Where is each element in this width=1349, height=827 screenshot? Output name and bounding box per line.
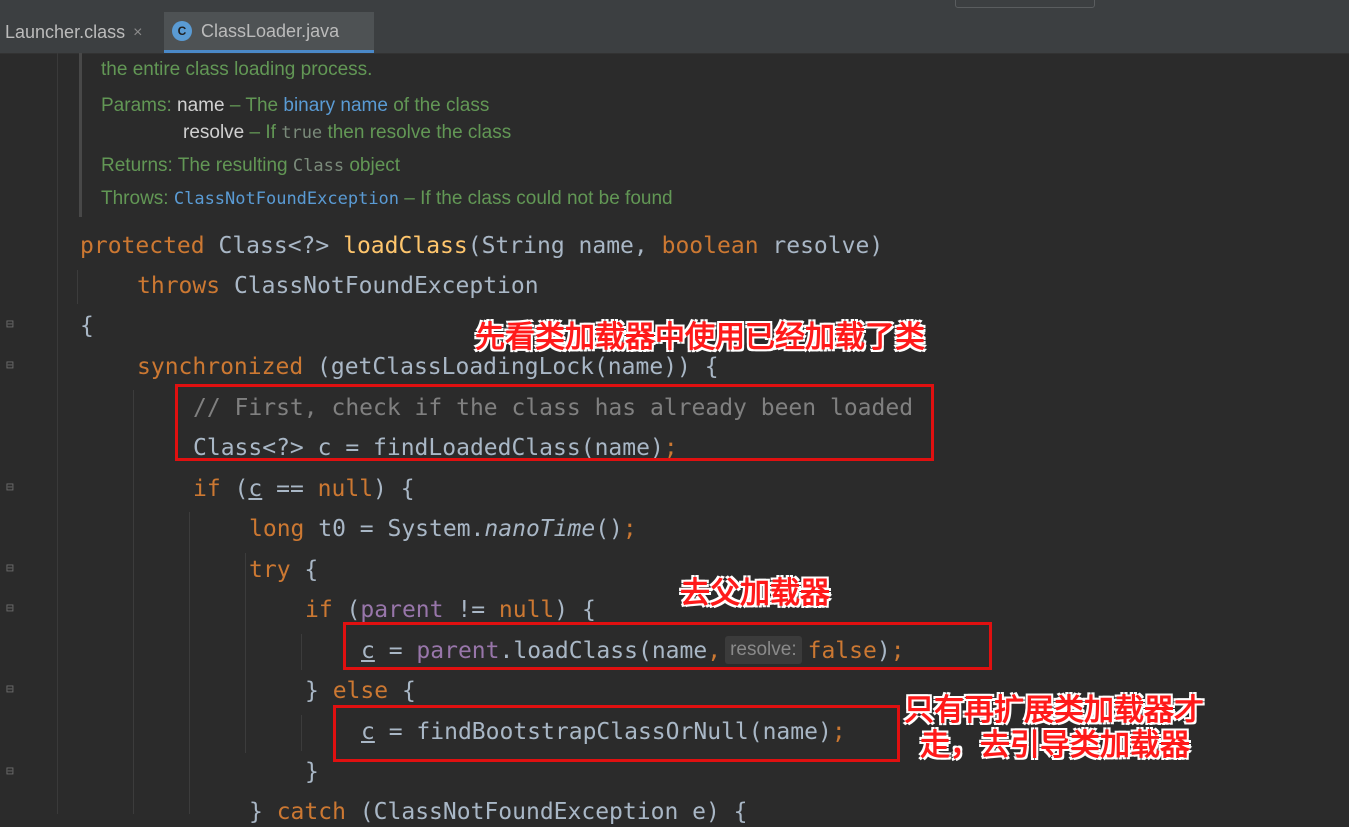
code-text: == (262, 476, 318, 502)
doc-comment-bar (79, 53, 82, 217)
fold-icon[interactable]: ⊟ (6, 602, 20, 616)
doc-returns-line: Returns: The resulting Class object (101, 155, 400, 177)
code-text: } (305, 678, 333, 704)
method-name: nanoTime (484, 516, 596, 542)
code-line[interactable]: synchronized (getClassLoadingLock(name))… (137, 352, 719, 382)
doc-link[interactable]: ClassNotFoundException (174, 189, 399, 209)
highlight-box-bootstrap (333, 705, 900, 762)
code-text: (String name, (467, 233, 662, 259)
code-line[interactable]: } else { (305, 676, 416, 706)
code-text: } (249, 799, 277, 825)
indent-guide (301, 715, 302, 751)
close-icon[interactable]: × (133, 24, 142, 42)
code-text: ) { (373, 476, 415, 502)
indent-guide (245, 553, 246, 753)
keyword: null (317, 476, 374, 502)
code-text: t0 = System. (304, 516, 485, 542)
method-name: loadClass (343, 233, 468, 259)
doc-code: true (281, 123, 323, 143)
doc-text: – If (244, 122, 282, 143)
doc-params-line-2: resolve – If true then resolve the class (183, 122, 511, 144)
tab-label: Launcher.class (5, 22, 126, 42)
param-name: resolve (183, 122, 245, 143)
editor-tab-bar: Launcher.class × C ClassLoader.java (0, 12, 1349, 54)
annotation-text: 去父加载器 (680, 576, 830, 611)
keyword: protected (80, 233, 205, 259)
doc-text: – The (224, 95, 284, 116)
keyword: synchronized (137, 354, 304, 380)
code-line[interactable]: } (305, 757, 319, 787)
doc-throws-line: Throws: ClassNotFoundException – If the … (101, 188, 673, 210)
highlight-box-parent-load (343, 622, 992, 670)
keyword: if (305, 597, 333, 623)
keyword: if (193, 476, 221, 502)
code-text: (getClassLoadingLock(name)) { (303, 354, 719, 380)
keyword: long (249, 516, 305, 542)
fold-icon[interactable]: ⊟ (6, 765, 20, 779)
field: parent (360, 597, 444, 623)
code-line[interactable]: throws ClassNotFoundException (137, 271, 539, 301)
code-text: ) { (554, 597, 596, 623)
tab-launcher-class[interactable]: Launcher.class × (0, 12, 158, 53)
indent-guide (133, 390, 134, 814)
code-text: Class<?> (204, 233, 344, 259)
doc-text: of the class (387, 95, 490, 116)
fold-icon[interactable]: ⊟ (6, 318, 20, 332)
indent-guide (189, 512, 190, 814)
doc-text: – If the class could not be found (399, 188, 673, 209)
keyword: null (498, 597, 555, 623)
indent-guide (77, 270, 78, 304)
code-line[interactable]: long t0 = System.nanoTime(); (249, 514, 637, 544)
keyword: boolean (661, 233, 759, 259)
doc-text: object (344, 155, 401, 176)
doc-link[interactable]: binary name (283, 95, 388, 116)
indent-guide (301, 634, 302, 670)
search-field[interactable] (955, 0, 1095, 8)
keyword: try (249, 557, 291, 583)
code-text: ClassNotFoundException (220, 273, 539, 299)
semicolon: ; (622, 516, 637, 542)
code-text: () (595, 516, 623, 542)
code-text: ( (332, 597, 361, 623)
doc-code: Class (292, 156, 345, 176)
gutter-separator (57, 53, 58, 814)
code-text: resolve) (758, 233, 884, 259)
param-name: name (177, 95, 225, 116)
keyword: throws (137, 273, 221, 299)
code-text: != (443, 597, 499, 623)
code-line[interactable]: if (parent != null) { (305, 595, 596, 625)
code-text: (ClassNotFoundException e) { (345, 799, 748, 825)
top-toolbar (0, 0, 1349, 12)
doc-tag: Params: (101, 95, 172, 116)
fold-icon[interactable]: ⊟ (6, 359, 20, 373)
code-text: { (388, 678, 416, 704)
code-line[interactable]: } catch (ClassNotFoundException e) { (249, 797, 748, 827)
doc-text: then resolve the class (322, 122, 512, 143)
code-line[interactable]: try { (249, 555, 318, 585)
highlight-box-find-loaded (175, 384, 934, 461)
annotation-text: 只有再扩展类加载器才 (904, 693, 1204, 728)
keyword: catch (276, 799, 346, 825)
doc-line: the entire class loading process. (101, 59, 373, 80)
code-text: ( (220, 476, 249, 502)
annotation-text: 先看类加载器中使用已经加载了类 (475, 320, 925, 355)
fold-icon[interactable]: ⊟ (6, 481, 20, 495)
doc-text: The resulting (177, 155, 293, 176)
keyword: else (332, 678, 389, 704)
fold-icon[interactable]: ⊟ (6, 562, 20, 576)
annotation-text: 走，去引导类加载器 (920, 728, 1190, 763)
code-line[interactable]: protected Class<?> loadClass(String name… (80, 231, 883, 261)
doc-tag: Throws: (101, 188, 169, 209)
doc-params-line-1: Params: name – The binary name of the cl… (101, 95, 489, 117)
variable: c (248, 476, 263, 502)
tab-classloader-java[interactable]: C ClassLoader.java (164, 12, 374, 53)
fold-icon[interactable]: ⊟ (6, 683, 20, 697)
class-file-icon: C (172, 21, 192, 41)
tab-label: ClassLoader.java (201, 20, 340, 41)
code-line[interactable]: if (c == null) { (193, 474, 415, 504)
code-text: { (290, 557, 319, 583)
code-line[interactable]: { (80, 311, 94, 341)
doc-tag: Returns: (101, 155, 173, 176)
